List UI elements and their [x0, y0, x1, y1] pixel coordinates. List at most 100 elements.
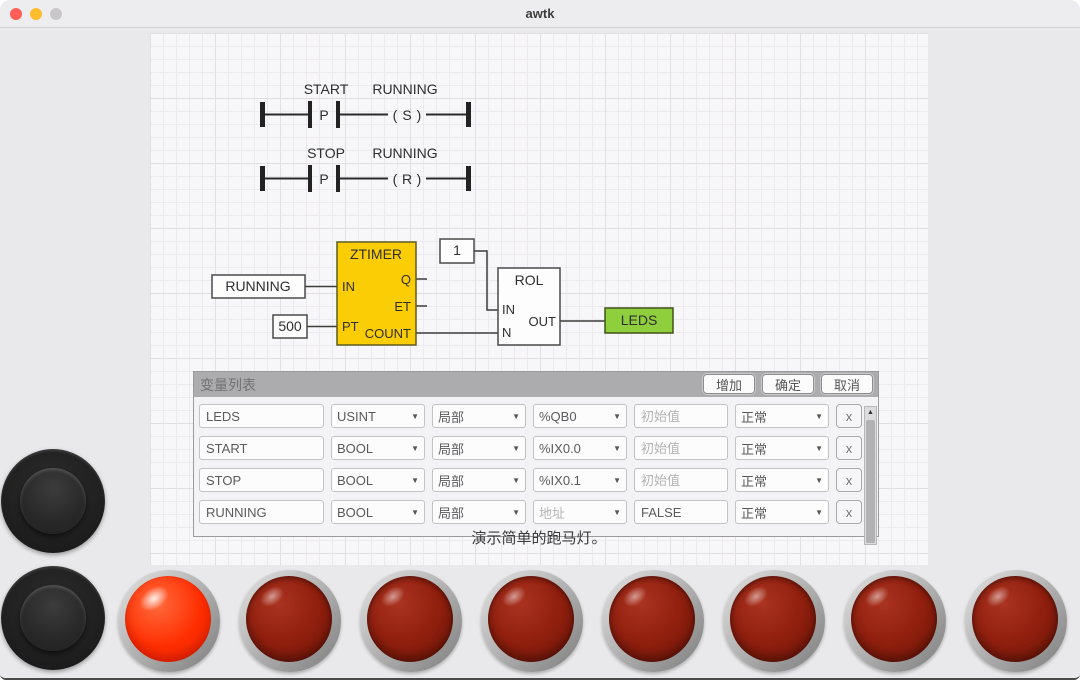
variable-type-dropdown[interactable]: BOOL ▼ [331, 436, 425, 460]
ladder-rung-start[interactable]: P ( S ) START RUNNING [260, 81, 471, 128]
svg-text:RUNNING: RUNNING [225, 278, 290, 294]
dropdown-arrow-icon: ▼ [512, 444, 520, 453]
ztimer-q-pin: Q [401, 272, 411, 287]
dropdown-arrow-icon: ▼ [613, 476, 621, 485]
led-indicator-2 [239, 570, 341, 672]
led-bulb [851, 576, 937, 662]
dropdown-arrow-icon: ▼ [411, 476, 419, 485]
rol-block[interactable]: ROL IN N OUT [498, 268, 560, 345]
initial-value-input[interactable] [634, 404, 728, 428]
variable-status-dropdown[interactable]: 正常 ▼ [735, 468, 829, 492]
variable-scope-dropdown[interactable]: 局部 ▼ [432, 404, 526, 428]
delete-row-button[interactable]: x [836, 500, 862, 524]
variable-list-panel: 变量列表 增加 确定 取消 USINT ▼ 局部 ▼ [193, 371, 879, 537]
dropdown-arrow-icon: ▼ [512, 508, 520, 517]
ztimer-et-pin: ET [394, 299, 411, 314]
close-button[interactable] [10, 8, 22, 20]
variable-list-header: 变量列表 增加 确定 取消 [194, 372, 878, 397]
rol-in-pin: IN [502, 302, 515, 317]
variable-address-dropdown[interactable]: %IX0.0 ▼ [533, 436, 627, 460]
variable-row-start: BOOL ▼ 局部 ▼ %IX0.0 ▼ 正常 ▼ [199, 436, 878, 460]
variable-type-dropdown[interactable]: BOOL ▼ [331, 468, 425, 492]
fbd-input-running[interactable]: RUNNING [212, 275, 305, 298]
fbd-const-500[interactable]: 500 [273, 315, 307, 338]
led-indicator-6 [723, 570, 825, 672]
variable-status-dropdown[interactable]: 正常 ▼ [735, 500, 829, 524]
variable-row-stop: BOOL ▼ 局部 ▼ %IX0.1 ▼ 正常 ▼ [199, 468, 878, 492]
led-indicator-4 [481, 570, 583, 672]
variable-scope-dropdown[interactable]: 局部 ▼ [432, 468, 526, 492]
dropdown-arrow-icon: ▼ [411, 444, 419, 453]
variable-row-leds: USINT ▼ 局部 ▼ %QB0 ▼ 正常 ▼ [199, 404, 878, 428]
ztimer-block[interactable]: ZTIMER IN PT Q ET COUNT [337, 242, 416, 345]
variable-row-running: BOOL ▼ 局部 ▼ 地址 ▼ 正常 ▼ [199, 500, 878, 524]
push-button-2[interactable] [1, 566, 105, 670]
fbd-network: RUNNING 500 ZTIMER IN PT Q ET COUNT [212, 239, 673, 345]
zoom-button[interactable] [50, 8, 62, 20]
scrollbar[interactable]: ▲ [864, 406, 877, 545]
rol-n-pin: N [502, 325, 511, 340]
led-indicator-5 [602, 570, 704, 672]
variable-type-dropdown[interactable]: BOOL ▼ [331, 500, 425, 524]
variable-scope-dropdown[interactable]: 局部 ▼ [432, 436, 526, 460]
scrollbar-thumb[interactable] [866, 420, 875, 543]
coil-paren-open: ( [393, 171, 398, 187]
ztimer-pt-pin: PT [342, 319, 359, 334]
coil-type-label: S [402, 107, 411, 123]
scroll-up-icon[interactable]: ▲ [865, 407, 876, 419]
led-indicator-3 [360, 570, 462, 672]
dropdown-arrow-icon: ▼ [512, 412, 520, 421]
initial-value-input[interactable] [634, 436, 728, 460]
variable-address-dropdown[interactable]: %QB0 ▼ [533, 404, 627, 428]
coil-name-label: RUNNING [372, 145, 437, 161]
coil-paren-close: ) [417, 171, 422, 187]
dropdown-arrow-icon: ▼ [815, 476, 823, 485]
dropdown-arrow-icon: ▼ [512, 476, 520, 485]
delete-row-button[interactable]: x [836, 436, 862, 460]
ladder-rung-stop[interactable]: P ( R ) STOP RUNNING [260, 145, 471, 192]
variable-name-input[interactable] [199, 436, 324, 460]
variable-scope-dropdown[interactable]: 局部 ▼ [432, 500, 526, 524]
delete-row-button[interactable]: x [836, 468, 862, 492]
dropdown-arrow-icon: ▼ [411, 412, 419, 421]
variable-status-dropdown[interactable]: 正常 ▼ [735, 436, 829, 460]
fbd-output-leds[interactable]: LEDS [605, 308, 673, 333]
contact-type-label: P [319, 171, 328, 187]
push-button-1[interactable] [1, 449, 105, 553]
variable-name-input[interactable] [199, 500, 324, 524]
ok-button[interactable]: 确定 [762, 374, 814, 394]
initial-value-input[interactable] [634, 468, 728, 492]
minimize-button[interactable] [30, 8, 42, 20]
led-bulb [125, 576, 211, 662]
fbd-const-1[interactable]: 1 [440, 239, 474, 263]
variable-address-dropdown[interactable]: 地址 ▼ [533, 500, 627, 524]
traffic-lights [10, 8, 62, 20]
led-indicator-8 [965, 570, 1067, 672]
dropdown-arrow-icon: ▼ [411, 508, 419, 517]
add-button[interactable]: 增加 [703, 374, 755, 394]
dropdown-arrow-icon: ▼ [815, 412, 823, 421]
coil-paren-open: ( [393, 107, 398, 123]
led-bulb [972, 576, 1058, 662]
variable-status-dropdown[interactable]: 正常 ▼ [735, 404, 829, 428]
variable-address-dropdown[interactable]: %IX0.1 ▼ [533, 468, 627, 492]
cancel-button[interactable]: 取消 [821, 374, 873, 394]
variable-list-body: USINT ▼ 局部 ▼ %QB0 ▼ 正常 ▼ [194, 404, 878, 545]
led-bulb [488, 576, 574, 662]
rol-out-pin: OUT [529, 314, 557, 329]
svg-text:LEDS: LEDS [621, 312, 658, 328]
led-bulb [246, 576, 332, 662]
variable-name-input[interactable] [199, 404, 324, 428]
rol-title: ROL [515, 272, 544, 288]
contact-type-label: P [319, 107, 328, 123]
svg-text:1: 1 [453, 242, 461, 258]
initial-value-input[interactable] [634, 500, 728, 524]
coil-paren-close: ) [417, 107, 422, 123]
delete-row-button[interactable]: x [836, 404, 862, 428]
dropdown-arrow-icon: ▼ [815, 508, 823, 517]
dropdown-arrow-icon: ▼ [613, 412, 621, 421]
variable-name-input[interactable] [199, 468, 324, 492]
titlebar: awtk [0, 0, 1080, 28]
variable-type-dropdown[interactable]: USINT ▼ [331, 404, 425, 428]
led-bulb [730, 576, 816, 662]
